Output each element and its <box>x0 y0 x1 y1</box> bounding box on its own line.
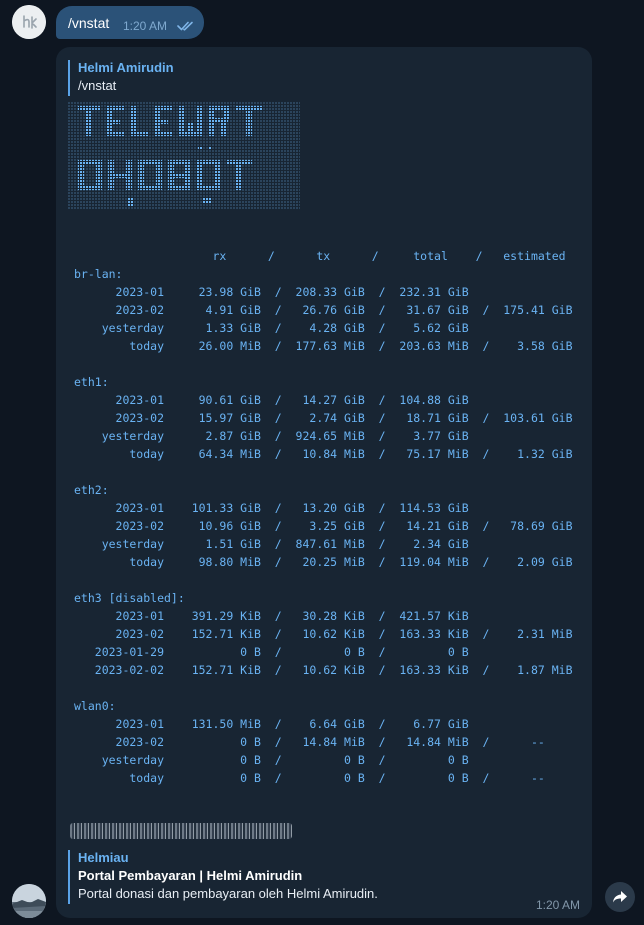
bot-logo-icon <box>12 5 46 39</box>
bot-avatar[interactable] <box>12 5 46 39</box>
message-time: 1:20 AM <box>123 19 168 33</box>
vnstat-output: rx / tx / total / estimated br-lan: 2023… <box>74 249 573 785</box>
reply-quote[interactable]: Helmi Amirudin /vnstat <box>68 60 378 96</box>
bot-avatar[interactable] <box>12 884 46 918</box>
link-preview[interactable]: Helmiau Portal Pembayaran | Helmi Amirud… <box>68 850 518 904</box>
preview-title: Portal Pembayaran | Helmi Amirudin <box>78 868 303 883</box>
reply-author: Helmi Amirudin <box>78 60 174 75</box>
landscape-avatar-icon <box>12 884 46 918</box>
reply-text: /vnstat <box>78 78 117 93</box>
incoming-message[interactable]: Helmi Amirudin /vnstat rx / tx / total /… <box>56 47 592 918</box>
preview-description: Portal donasi dan pembayaran oleh Helmi … <box>78 886 378 901</box>
outgoing-message[interactable]: /vnstat 1:20 AM <box>56 6 204 39</box>
forward-icon <box>613 891 627 903</box>
message-time: 1:20 AM <box>535 898 580 912</box>
command-text[interactable]: /vnstat <box>68 15 109 31</box>
ascii-banner <box>68 102 300 210</box>
preview-site-name: Helmiau <box>78 850 129 865</box>
blurred-link[interactable] <box>70 823 292 839</box>
forward-button[interactable] <box>605 882 635 912</box>
double-check-icon <box>177 21 193 31</box>
